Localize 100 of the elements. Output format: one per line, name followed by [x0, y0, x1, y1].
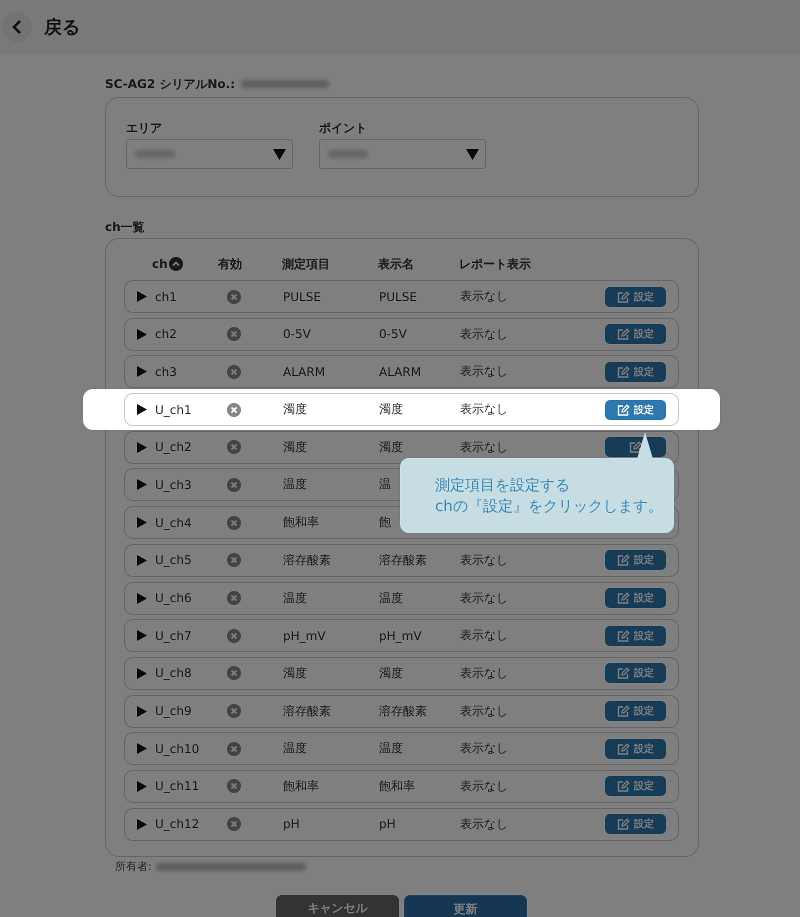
dropdown-arrow-icon[interactable] — [466, 148, 479, 160]
table-cell: 表示なし — [460, 590, 508, 604]
settings-button[interactable]: 設定 — [605, 324, 666, 344]
table-cell: 濁度 — [379, 402, 403, 416]
edit-icon — [617, 705, 630, 718]
edit-icon — [617, 742, 630, 755]
table-cell: U_ch8 — [155, 666, 192, 680]
settings-button[interactable]: 設定 — [605, 701, 666, 722]
table-cell: U_ch4 — [155, 516, 192, 530]
cancel-button[interactable]: キャンセル — [276, 895, 399, 917]
table-cell: 表示なし — [460, 778, 508, 793]
table-cell: 表示なし — [460, 552, 508, 567]
table-cell: U_ch2 — [155, 440, 192, 454]
table-cell: U_ch7 — [155, 628, 192, 643]
table-cell: 表示なし — [460, 326, 508, 341]
edit-icon — [617, 667, 630, 680]
column-header: レポート表示 — [459, 256, 531, 270]
table-cell: 表示なし — [460, 628, 508, 642]
back-icon[interactable] — [10, 19, 24, 35]
table-cell: 表示なし — [460, 816, 508, 831]
table-cell: PULSE — [379, 290, 417, 304]
table-cell: 表示なし — [460, 666, 508, 680]
column-header: 表示名 — [378, 256, 414, 270]
edit-icon — [617, 366, 630, 378]
column-header: 有効 — [218, 256, 242, 272]
table-cell: U_ch12 — [155, 817, 200, 832]
edit-icon — [617, 818, 630, 830]
section-title: ch一覧 — [105, 219, 146, 236]
table-cell: U_ch10 — [155, 742, 200, 756]
settings-button[interactable]: 設定 — [605, 663, 666, 684]
table-cell: 飽 — [379, 515, 391, 530]
column-header: ch — [152, 257, 168, 271]
table-cell: 溶存酸素 — [379, 704, 427, 718]
sort-icon[interactable] — [168, 257, 183, 271]
table-cell: pH — [379, 817, 396, 832]
table-cell: PULSE — [283, 290, 321, 304]
table-cell: 濁度 — [283, 440, 307, 454]
table-cell: 温度 — [283, 477, 307, 492]
edit-icon — [617, 630, 630, 642]
table-cell: 飽和率 — [283, 515, 319, 530]
table-cell: U_ch11 — [155, 779, 200, 794]
settings-button[interactable]: 設定 — [605, 286, 666, 306]
settings-button[interactable]: 設定 — [605, 776, 666, 796]
settings-button[interactable]: 設定 — [605, 588, 666, 608]
table-cell: pH — [283, 817, 300, 832]
edit-icon — [629, 441, 642, 454]
table-cell: 溶存酸素 — [283, 552, 331, 567]
settings-button[interactable]: 設定 — [605, 738, 666, 759]
serial-label: SC-AG2 シリアルNo.: — [105, 76, 236, 92]
settings-button[interactable]: 設定 — [605, 814, 666, 834]
settings-button[interactable]: 設定 — [605, 626, 666, 646]
edit-icon — [617, 554, 630, 566]
table-cell: 表示なし — [460, 364, 508, 378]
table-cell: 温度 — [283, 590, 307, 604]
field-label: ポイント — [319, 120, 368, 137]
table-cell: 温度 — [283, 741, 307, 756]
table-cell: U_ch5 — [155, 553, 192, 568]
table-cell: 濁度 — [379, 666, 403, 680]
table-cell: 飽和率 — [283, 778, 319, 793]
owner-label: 所有者: — [115, 859, 152, 874]
edit-icon — [617, 780, 630, 792]
table-cell: 表示なし — [460, 402, 508, 416]
expand-icon[interactable] — [137, 404, 147, 416]
table-cell: U_ch3 — [155, 478, 192, 492]
table-cell: ch3 — [155, 364, 177, 379]
settings-button[interactable]: 設定 — [605, 550, 666, 570]
table-cell: 飽和率 — [379, 778, 415, 793]
table-cell: 濁度 — [283, 402, 307, 416]
table-cell: 濁度 — [283, 666, 307, 680]
table-cell: pH_mV — [379, 628, 422, 643]
dropdown-arrow-icon[interactable] — [273, 148, 286, 160]
table-cell: U_ch6 — [155, 591, 192, 605]
table-cell: 表示なし — [460, 289, 508, 303]
table-cell: ALARM — [283, 364, 326, 379]
edit-icon — [617, 592, 630, 604]
table-cell: pH_mV — [283, 628, 326, 643]
table-cell: ch1 — [155, 290, 177, 304]
callout-text: 測定項目を設定する chの『設定』をクリックします。 — [435, 475, 664, 517]
edit-icon — [617, 404, 630, 416]
table-cell: 温 — [379, 477, 391, 492]
table-cell: U_ch9 — [155, 704, 192, 718]
table-cell: 濁度 — [379, 440, 403, 454]
table-cell: 0-5V — [379, 327, 407, 342]
back-button[interactable] — [2, 12, 32, 42]
settings-button[interactable]: 設定 — [605, 362, 666, 382]
edit-icon — [617, 290, 630, 302]
table-cell: 0-5V — [283, 327, 311, 342]
table-cell: 表示なし — [460, 741, 508, 756]
table-cell: 温度 — [379, 741, 403, 756]
table-cell: U_ch1 — [155, 402, 192, 417]
edit-icon — [617, 328, 630, 340]
back-label[interactable]: 戻る — [44, 15, 80, 39]
table-cell: 温度 — [379, 590, 403, 604]
update-button[interactable]: 更新 — [404, 895, 527, 917]
table-cell: ch2 — [155, 327, 177, 342]
table-cell: ALARM — [379, 364, 422, 379]
field-label: エリア — [126, 120, 163, 137]
table-cell: 溶存酸素 — [283, 704, 331, 718]
column-header: 測定項目 — [282, 256, 330, 270]
settings-button[interactable]: 設定 — [605, 400, 666, 420]
